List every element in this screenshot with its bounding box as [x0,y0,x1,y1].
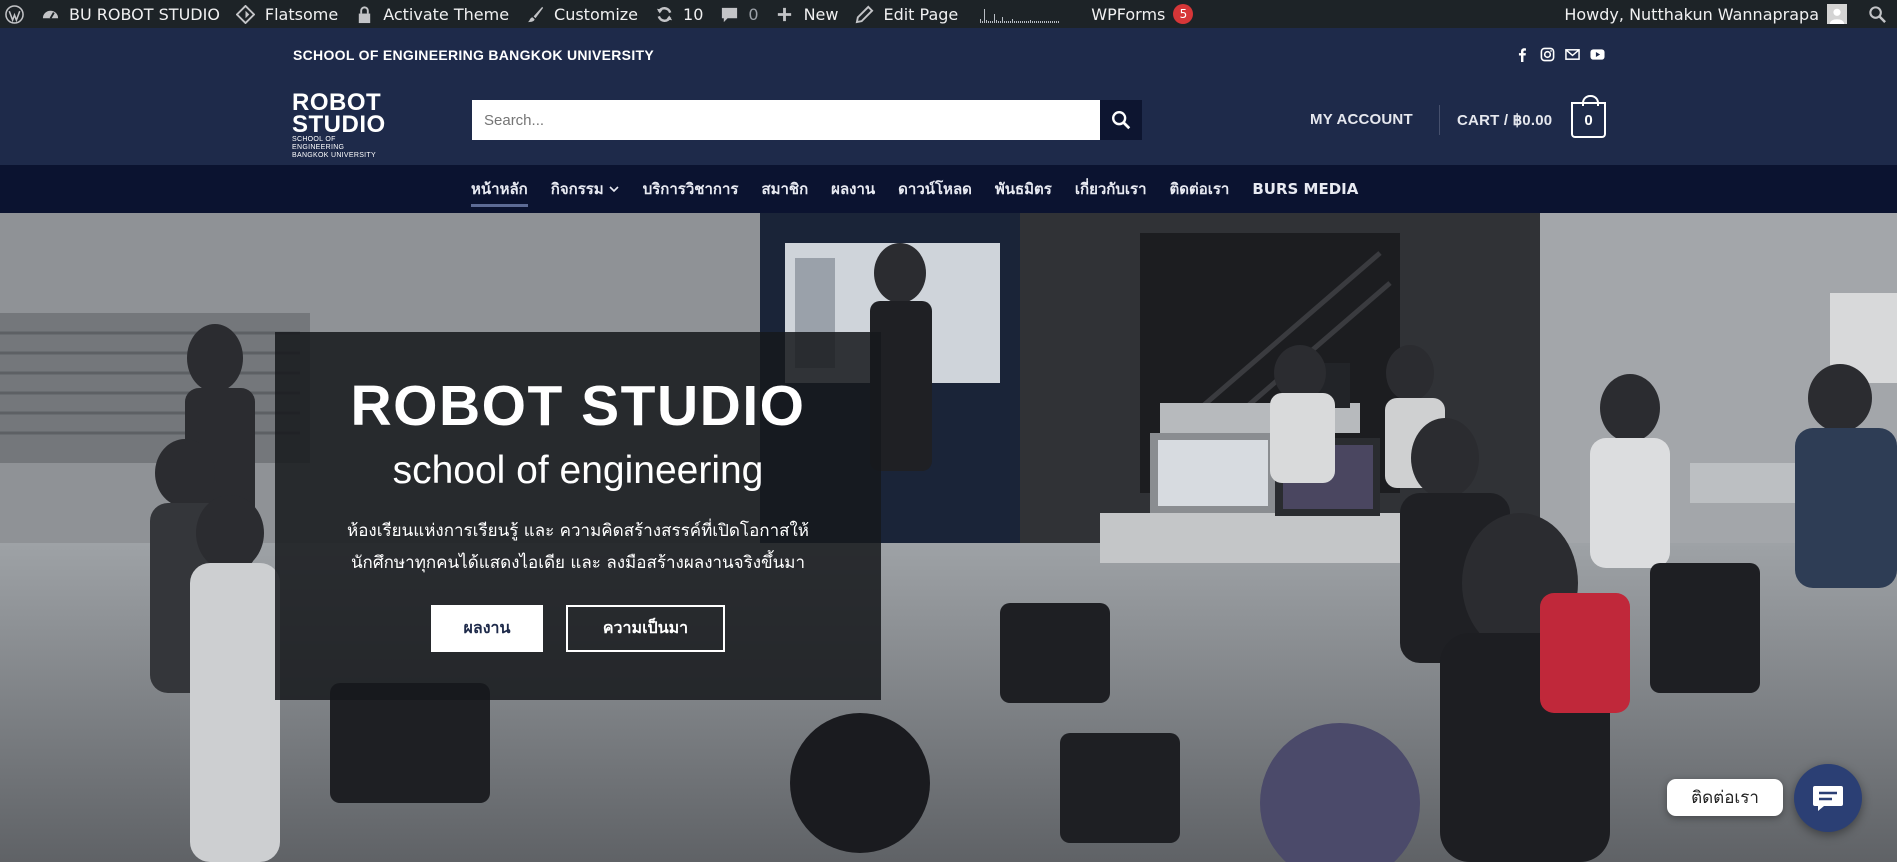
activate-theme-link[interactable]: Activate Theme [348,0,519,28]
history-button[interactable]: ความเป็นมา [566,605,725,652]
logo-line-school: SCHOOL OF ENGINEERING [292,136,345,151]
comment-icon [719,4,739,24]
search-button[interactable] [1100,100,1142,140]
cart-count-icon[interactable]: 0 [1571,95,1606,138]
works-button[interactable]: ผลงาน [431,605,543,652]
wordpress-menu[interactable] [0,0,34,28]
updates-link[interactable]: 10 [648,0,713,28]
customize-label: Customize [554,4,639,24]
search-icon [1112,111,1131,130]
updates-count: 10 [683,4,704,24]
search-form [472,100,1142,140]
youtube-icon[interactable] [1589,46,1606,63]
new-label: New [803,4,839,24]
theme-name: Flatsome [264,4,339,24]
wpforms-label: WPForms [1091,4,1166,24]
wordpress-icon [4,4,24,24]
my-account-menu[interactable]: Howdy, Nutthakun Wannaprapa [1558,0,1861,28]
hero-description-line-1: ห้องเรียนแห่งการเรียนรู้ และ ความคิดสร้า… [347,521,809,541]
edit-page-link[interactable]: Edit Page [848,0,968,28]
comments-link[interactable]: 0 [713,0,768,28]
main-nav: หน้าหลัก กิจกรรม บริการวิชาการ สมาชิก ผล… [0,165,1897,213]
logo-line-studio: STUDIO [292,111,386,138]
nav-item-contact[interactable]: ติดต่อเรา [1170,165,1230,213]
theme-menu[interactable]: Flatsome [230,0,348,28]
lock-icon [354,4,374,24]
flatsome-icon [236,4,256,24]
nav-item-home[interactable]: หน้าหลัก [471,165,528,213]
activate-theme-label: Activate Theme [383,4,510,24]
avatar [1827,4,1847,24]
search-input[interactable] [472,100,1100,140]
nav-item-downloads[interactable]: ดาวน์โหลด [898,165,972,213]
header-divider [1439,105,1440,135]
school-name: SCHOOL OF ENGINEERING BANGKOK UNIVERSITY [293,47,654,63]
cart-count: 0 [1584,111,1593,129]
email-icon[interactable] [1564,46,1581,63]
chevron-down-icon [609,186,619,193]
instagram-icon[interactable] [1539,46,1556,63]
howdy-label: Howdy, Nutthakun Wannaprapa [1564,4,1819,24]
search-icon [1867,4,1887,24]
plus-icon [775,4,795,24]
chat-bubble-icon [1813,786,1843,811]
logo-line-university: BANGKOK UNIVERSITY [292,152,376,159]
nav-item-activities[interactable]: กิจกรรม [551,165,620,213]
nav-item-activities-label: กิจกรรม [550,180,604,198]
nav-item-works[interactable]: ผลงาน [831,165,875,213]
update-icon [654,4,674,24]
admin-bar: BU ROBOT STUDIO Flatsome Activate Theme … [0,0,1897,28]
nav-item-services[interactable]: บริการวิชาการ [643,165,739,213]
dashboard-icon [40,4,60,24]
brush-icon [525,4,545,24]
hero-subtitle: school of engineering [392,449,764,492]
hero-description-line-2: นักศึกษาทุกคนได้แสดงไอเดีย และ ลงมือสร้า… [350,553,806,573]
nav-item-burs-media[interactable]: BURS MEDIA [1252,165,1358,213]
pencil-icon [854,4,874,24]
new-content-menu[interactable]: New [769,0,849,28]
wpforms-menu[interactable]: WPForms 5 [1085,0,1203,28]
customize-link[interactable]: Customize [519,0,648,28]
nav-item-partners[interactable]: พันธมิตร [995,165,1052,213]
site-name: BU ROBOT STUDIO [69,4,220,24]
top-info-bar: SCHOOL OF ENGINEERING BANGKOK UNIVERSITY [0,28,1897,83]
comments-count: 0 [748,4,759,24]
edit-page-label: Edit Page [883,4,959,24]
wpforms-badge: 5 [1173,4,1194,24]
social-links [1514,46,1606,63]
hero-banner: ROBOT STUDIO school of engineering ห้องเ… [0,213,1897,862]
cart-link[interactable]: CART / ฿0.00 [1457,111,1552,129]
facebook-icon[interactable] [1514,46,1531,63]
admin-search-toggle[interactable] [1861,0,1897,28]
nav-item-about[interactable]: เกี่ยวกับเรา [1075,165,1147,213]
site-name-menu[interactable]: BU ROBOT STUDIO [34,0,230,28]
nav-item-members[interactable]: สมาชิก [761,165,808,213]
site-logo[interactable]: ROBOT STUDIO SCHOOL OF ENGINEERING BANGK… [292,91,388,160]
site-header: ROBOT STUDIO SCHOOL OF ENGINEERING BANGK… [0,83,1897,165]
hero-description: ห้องเรียนแห่งการเรียนรู้ และ ความคิดสร้า… [275,515,881,579]
my-account-link[interactable]: MY ACCOUNT [1310,111,1413,128]
chat-button[interactable] [1794,764,1862,832]
stats-sparkline[interactable] [980,5,1060,23]
hero-title: ROBOT STUDIO [350,374,806,438]
chat-contact-label[interactable]: ติดต่อเรา [1667,779,1783,816]
